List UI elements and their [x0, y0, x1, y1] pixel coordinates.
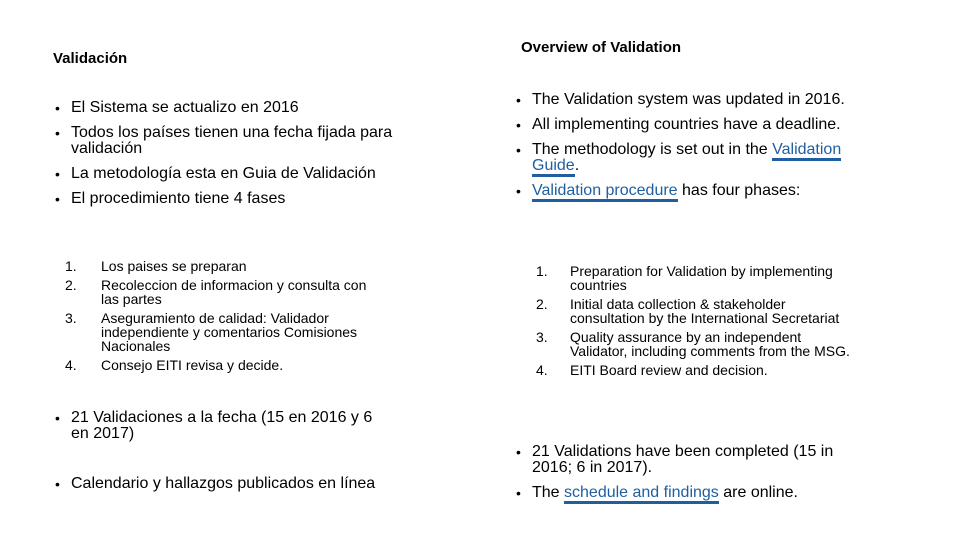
list-item: • El procedimiento tiene 4 fases — [55, 190, 286, 208]
bullet-icon: • — [516, 142, 521, 158]
english-phase-list: 1. Preparation for Validation by implemen… — [514, 264, 854, 382]
bullet-icon: • — [55, 166, 60, 182]
list-item: • 21 Validaciones a la fecha (15 en 2016 … — [55, 409, 373, 442]
list-item: • All implementing countries have a deadl… — [516, 116, 841, 134]
phase-item: 3. Aseguramiento de calidad: Validador in… — [65, 310, 358, 354]
english-bullet-list: • The Validation system was updated in 20… — [514, 92, 849, 208]
english-summary-list: • 21 Validations have been completed (15 … — [514, 444, 854, 510]
validation-procedure-link[interactable]: Validation procedure — [532, 182, 678, 202]
list-item: • 21 Validations have been completed (15 … — [516, 443, 834, 476]
bullet-icon: • — [55, 191, 60, 207]
list-item: • Todos los países tienen una fecha fijad… — [55, 124, 393, 157]
phase-item: 2. Initial data collection & stakeholder … — [536, 296, 840, 326]
spanish-bullet-list: • El Sistema se actualizo en 2016 • Todos … — [53, 100, 393, 216]
spanish-title: Validación — [53, 50, 128, 67]
list-item: • The methodology is set out in the Valid… — [514, 141, 849, 177]
phase-item: 1. Preparation for Validation by implemen… — [536, 263, 833, 293]
list-item: • El Sistema se actualizo en 2016 — [55, 99, 299, 117]
bullet-icon: • — [55, 410, 60, 426]
list-item: • Validation procedure has four phases: — [514, 182, 849, 202]
english-title: Overview of Validation — [521, 39, 682, 56]
phase-item: 4. EITI Board review and decision. — [536, 362, 768, 378]
phase-item: 2. Recoleccion de informacion y consulta … — [65, 277, 367, 307]
bullet-icon: • — [516, 183, 521, 199]
bullet-icon: • — [516, 444, 521, 460]
list-item: • The Validation system was updated in 20… — [516, 91, 845, 109]
list-item: • Calendario y hallazgos publicados en lí… — [55, 475, 376, 493]
bullet-icon: • — [55, 476, 60, 492]
spanish-summary-list: • 21 Validaciones a la fecha (15 en 2016 … — [53, 410, 393, 501]
list-item: • The schedule and findings are online. — [514, 484, 854, 504]
schedule-and-findings-link[interactable]: schedule and findings — [564, 484, 719, 504]
bullet-icon: • — [516, 92, 521, 108]
phase-item: 4. Consejo EITI revisa y decide. — [65, 357, 284, 373]
bullet-icon: • — [55, 125, 60, 141]
bullet-icon: • — [516, 485, 521, 501]
phase-item: 3. Quality assurance by an independent Va… — [536, 329, 850, 359]
list-item: • La metodología esta en Guia de Validaci… — [55, 165, 376, 183]
spanish-phase-list: 1. Los paises se preparan 2. Recoleccion d… — [53, 259, 383, 377]
phase-item: 1. Los paises se preparan — [65, 258, 247, 274]
bullet-icon: • — [516, 117, 521, 133]
bullet-icon: • — [55, 100, 60, 116]
